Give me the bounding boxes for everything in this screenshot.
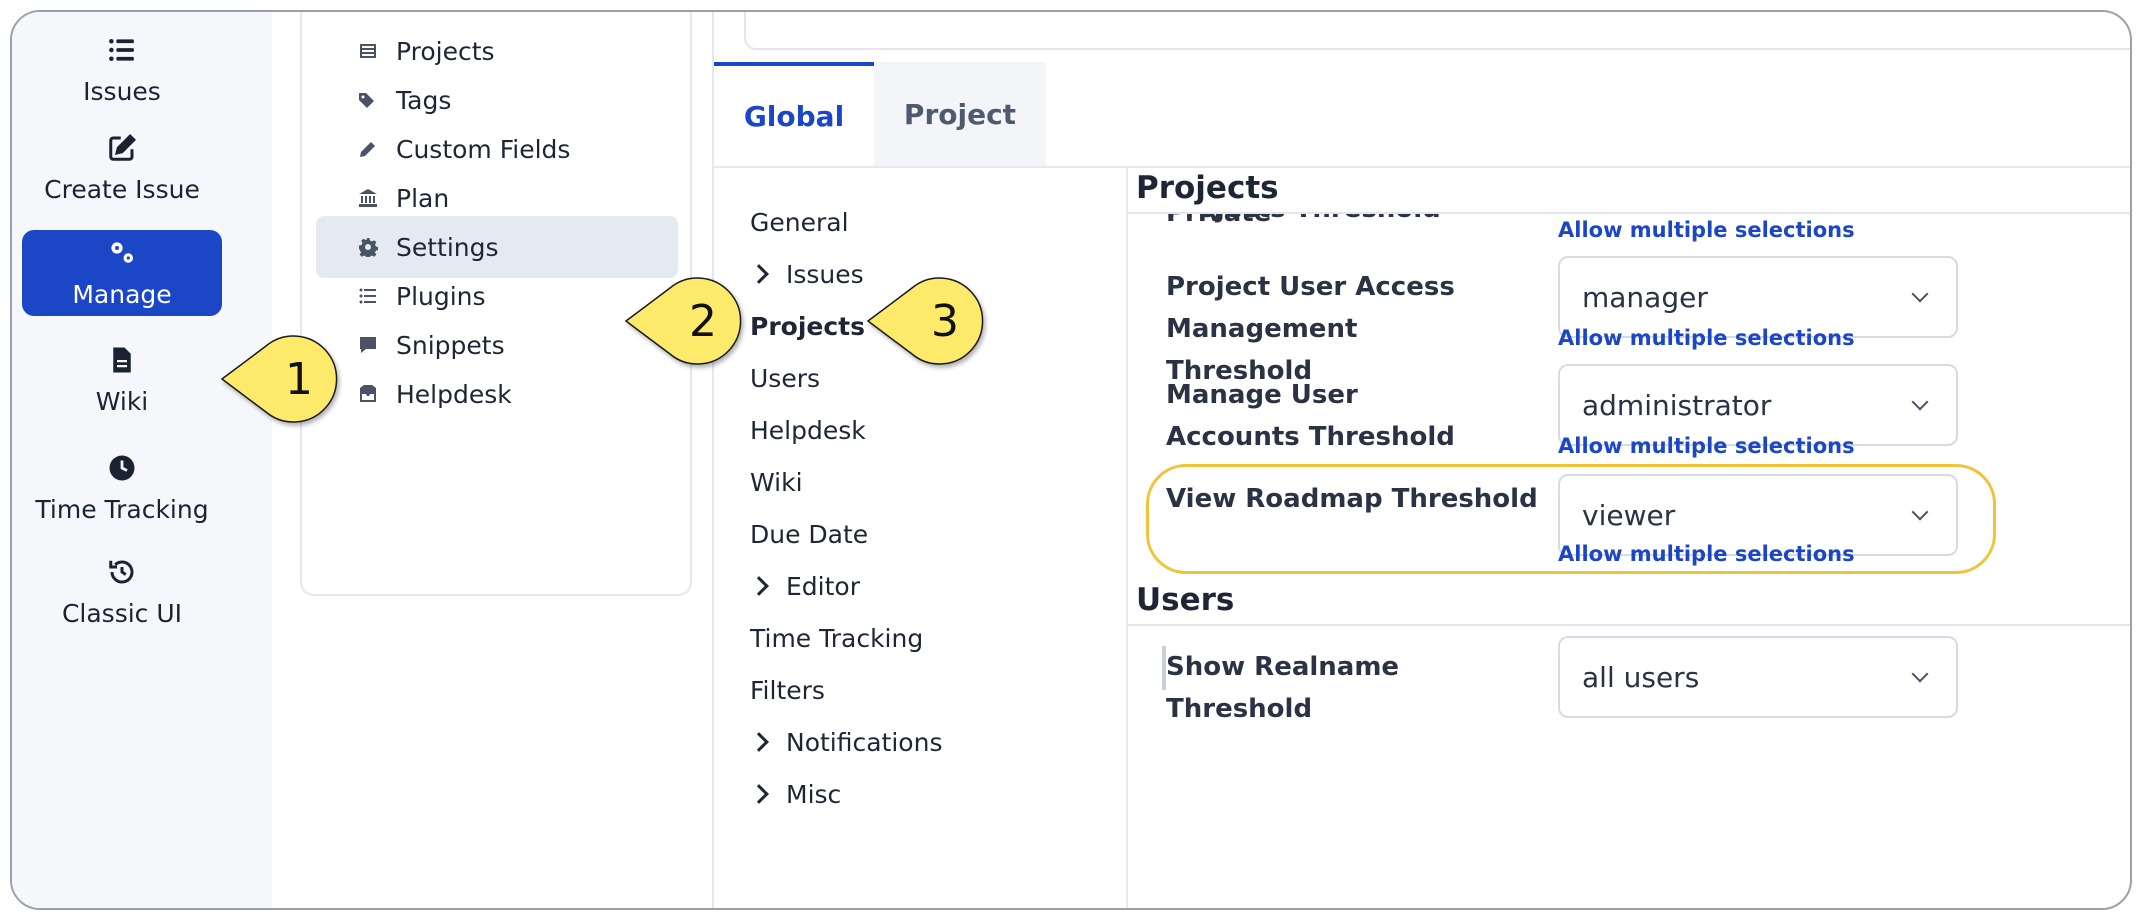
nav-label: Issues — [83, 76, 161, 106]
section-users[interactable]: Users — [750, 358, 820, 398]
nav-wiki[interactable]: Wiki — [22, 322, 222, 438]
document-icon — [113, 347, 131, 372]
bank-icon — [359, 189, 377, 207]
nav-label: Time Tracking — [35, 494, 209, 524]
callout-number: 1 — [285, 353, 313, 405]
tab-project[interactable]: Project — [874, 62, 1046, 166]
tags-icon — [359, 93, 374, 108]
allow-multiple-link[interactable]: Allow multiple selections — [1558, 218, 1855, 242]
section-due-date[interactable]: Due Date — [750, 514, 868, 554]
chevron-down-icon — [1911, 503, 1929, 521]
nav-rail: Issues Create Issue Manage Wiki Time Tra… — [12, 12, 272, 908]
section-label: Issues — [786, 259, 864, 289]
scope-tabs: Global Project — [714, 62, 1046, 166]
section-projects[interactable]: Projects — [750, 306, 865, 346]
settings-content: Auto-include in Private Projects Thresho… — [1126, 168, 2130, 908]
group-rule — [1128, 212, 2130, 214]
allow-multiple-link[interactable]: Allow multiple selections — [1558, 434, 1855, 458]
section-wiki[interactable]: Wiki — [750, 462, 803, 502]
field-label-view-roadmap: View Roadmap Threshold — [1166, 484, 1538, 514]
select-value: all users — [1582, 660, 1700, 694]
section-label: Editor — [786, 571, 860, 601]
select-show-realname[interactable]: all users — [1558, 636, 1958, 718]
search-box[interactable] — [744, 12, 2130, 50]
clock-icon — [109, 455, 135, 480]
section-general[interactable]: General — [750, 202, 849, 242]
tab-global[interactable]: Global — [714, 62, 874, 166]
callout-number: 2 — [689, 295, 717, 347]
pencil-icon — [360, 142, 375, 157]
gear-icon — [359, 238, 378, 257]
inbox-icon — [360, 385, 376, 402]
gears-icon — [111, 241, 133, 263]
allow-multiple-link[interactable]: Allow multiple selections — [1558, 542, 1855, 566]
select-value: manager — [1582, 280, 1708, 314]
submenu-label: Helpdesk — [396, 379, 512, 409]
nav-label: Create Issue — [44, 174, 200, 204]
nav-manage[interactable]: Manage — [22, 230, 222, 316]
chevron-right-icon — [749, 732, 769, 752]
submenu-label: Projects — [396, 36, 495, 66]
chevron-down-icon — [1911, 285, 1929, 303]
list-icon — [359, 288, 376, 304]
comment-icon — [360, 337, 376, 353]
callout-1: 1 — [220, 332, 338, 426]
nav-create-issue[interactable]: Create Issue — [22, 110, 222, 226]
chevron-down-icon — [1911, 665, 1929, 683]
nav-label: Manage — [72, 279, 172, 309]
settings-panel: Global Project General Issues Projects U… — [712, 12, 2130, 908]
section-notifications[interactable]: Notifications — [749, 722, 943, 762]
field-label-manage-accounts: Manage User Accounts Threshold — [1166, 380, 1455, 452]
nav-label: Classic UI — [61, 598, 183, 628]
section-label: Notifications — [786, 727, 943, 757]
list-icon — [109, 38, 134, 61]
submenu-label: Plan — [396, 183, 450, 213]
submenu-label: Tags — [396, 85, 452, 115]
submenu-helpdesk[interactable]: Helpdesk — [316, 363, 678, 425]
submenu-label: Custom Fields — [396, 134, 571, 164]
group-rule — [1128, 624, 2130, 626]
field-label-show-realname: Show Realname Threshold — [1166, 652, 1400, 724]
callout-2: 2 — [624, 274, 742, 368]
section-label: Misc — [786, 779, 842, 809]
edit-icon — [109, 133, 136, 161]
chevron-right-icon — [749, 784, 769, 804]
section-editor[interactable]: Editor — [749, 566, 860, 606]
select-value: administrator — [1582, 388, 1772, 422]
section-helpdesk[interactable]: Helpdesk — [750, 410, 866, 450]
submenu-label: Settings — [396, 232, 499, 262]
section-issues[interactable]: Issues — [749, 254, 864, 294]
chevron-right-icon — [749, 576, 769, 596]
history-icon — [109, 560, 134, 584]
chevron-right-icon — [749, 264, 769, 284]
callout-number: 3 — [931, 295, 959, 347]
section-time-tracking[interactable]: Time Tracking — [750, 618, 923, 658]
group-title-projects: Projects — [1136, 170, 1279, 206]
chevron-down-icon — [1911, 393, 1929, 411]
callout-3: 3 — [866, 274, 984, 368]
section-misc[interactable]: Misc — [749, 774, 842, 814]
nav-label: Wiki — [95, 386, 149, 416]
nav-time-tracking[interactable]: Time Tracking — [22, 430, 222, 546]
submenu-label: Snippets — [396, 330, 505, 360]
nav-classic-ui[interactable]: Classic UI — [22, 534, 222, 650]
section-filters[interactable]: Filters — [750, 670, 825, 710]
table-icon — [360, 44, 376, 58]
group-title-users: Users — [1136, 582, 1235, 618]
submenu-label: Plugins — [396, 281, 486, 311]
select-value: viewer — [1582, 498, 1676, 532]
app-window: Issues Create Issue Manage Wiki Time Tra… — [10, 10, 2132, 910]
allow-multiple-link[interactable]: Allow multiple selections — [1558, 326, 1855, 350]
